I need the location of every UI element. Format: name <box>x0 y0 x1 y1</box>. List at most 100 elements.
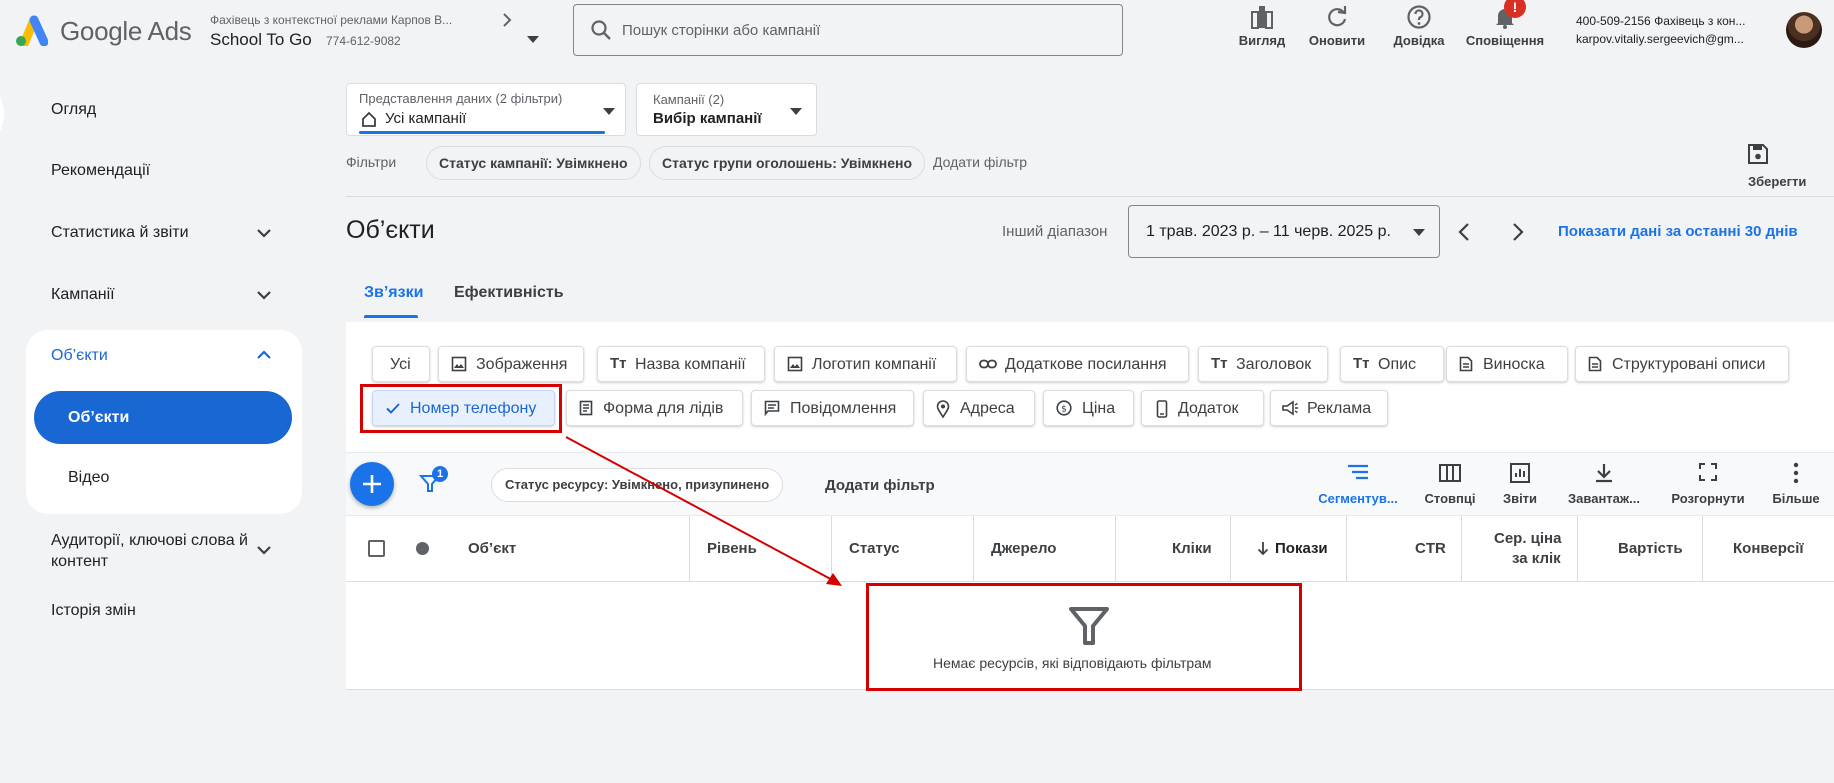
chevron-down-icon[interactable] <box>256 290 272 300</box>
search-input[interactable]: Пошук сторінки або кампанії <box>573 4 1123 56</box>
chevron-down-icon[interactable] <box>256 545 272 555</box>
add-filter-link[interactable]: Додати фільтр <box>933 154 1027 170</box>
chevron-left-icon[interactable] <box>1458 222 1470 242</box>
filters-label: Фільтри <box>346 154 397 170</box>
download-button[interactable]: Завантаж... <box>1562 460 1646 510</box>
location-icon <box>936 400 950 418</box>
save-label[interactable]: Зберегти <box>1748 174 1806 189</box>
type-chip-app[interactable]: Додаток <box>1141 390 1264 426</box>
sidebar-item-video[interactable]: Відео <box>68 469 109 487</box>
column-divider <box>1346 516 1347 582</box>
type-chip-logo[interactable]: Логотип компанії <box>774 346 957 382</box>
google-ads-logo-icon[interactable] <box>12 14 48 46</box>
document-icon <box>1459 356 1473 372</box>
type-chip-sitelink[interactable]: Додаткове посилання <box>966 346 1189 382</box>
type-chip-image[interactable]: Зображення <box>438 346 584 382</box>
column-header-asset[interactable]: Об’єкт <box>468 540 516 557</box>
type-chip-callout[interactable]: Виноска <box>1446 346 1568 382</box>
form-icon <box>579 400 593 416</box>
user-email[interactable]: karpov.vitaliy.sergeevich@gm... <box>1576 32 1744 46</box>
refresh-button[interactable]: Оновити <box>1306 0 1368 62</box>
type-chip-label: Логотип компанії <box>812 356 937 373</box>
sidebar-item-change-history[interactable]: Історія змін <box>51 602 136 620</box>
type-chip-promotion[interactable]: Реклама <box>1270 390 1388 426</box>
segment-icon <box>1346 462 1370 484</box>
help-icon <box>1406 4 1432 30</box>
column-header-level[interactable]: Рівень <box>707 540 757 557</box>
type-chip-structured-snippets[interactable]: Структуровані описи <box>1575 346 1789 382</box>
avatar[interactable] <box>1786 12 1822 48</box>
segment-button[interactable]: Сегментув... <box>1312 460 1404 510</box>
add-button[interactable] <box>350 462 394 506</box>
chevron-up-icon[interactable] <box>256 350 272 360</box>
data-view-selector[interactable]: Представлення даних (2 фільтри) Усі камп… <box>346 83 626 136</box>
expand-icon <box>1698 462 1718 482</box>
filter-chip-adgroup-status[interactable]: Статус групи оголошень: Увімкнено <box>649 146 926 180</box>
type-chip-location[interactable]: Адреса <box>923 390 1035 426</box>
chevron-down-icon[interactable] <box>256 228 272 238</box>
column-header-clicks[interactable]: Кліки <box>1172 540 1212 557</box>
notifications-button[interactable]: ! Сповіщення <box>1462 0 1548 62</box>
status-dot-icon <box>416 542 429 555</box>
add-filter-button[interactable]: Додати фільтр <box>825 477 935 494</box>
highlight-phone-chip <box>360 384 562 433</box>
save-icon[interactable] <box>1746 142 1770 166</box>
tab-performance[interactable]: Ефективність <box>454 284 564 302</box>
image-icon <box>787 356 803 372</box>
sidebar-item-reports[interactable]: Статистика й звіти <box>51 224 189 242</box>
type-chip-lead-form[interactable]: Форма для лідів <box>566 390 743 426</box>
select-all-checkbox[interactable] <box>368 540 385 557</box>
sidebar-item-campaigns[interactable]: Кампанії <box>51 286 115 304</box>
chevron-right-icon[interactable] <box>1512 222 1524 242</box>
column-header-avg-cpc-line2[interactable]: за клік <box>1512 550 1561 567</box>
column-header-ctr[interactable]: CTR <box>1415 540 1446 557</box>
type-chip-label: Додаток <box>1178 400 1239 417</box>
columns-button[interactable]: Стовпці <box>1420 460 1480 510</box>
column-header-cost[interactable]: Вартість <box>1618 540 1683 557</box>
account-id: 774-612-9082 <box>326 34 401 48</box>
sidebar-item-audiences[interactable]: Аудиторії, ключові слова й контент <box>51 530 267 572</box>
tab-associations[interactable]: Зв’язки <box>364 284 423 302</box>
column-header-status[interactable]: Статус <box>849 540 900 557</box>
collapsed-rail-button[interactable] <box>0 88 4 140</box>
campaign-selector[interactable]: Кампанії (2) Вибір кампанії <box>636 83 817 136</box>
date-range-picker[interactable]: 1 трав. 2023 р. – 11 черв. 2025 р. <box>1128 205 1440 258</box>
download-icon <box>1593 462 1615 484</box>
columns-label: Стовпці <box>1424 491 1476 506</box>
column-header-source[interactable]: Джерело <box>991 540 1056 557</box>
type-chip-all[interactable]: Усі <box>372 346 430 382</box>
type-chip-message[interactable]: Повідомлення <box>751 390 914 426</box>
data-view-value: Усі кампанії <box>385 110 467 127</box>
account-dropdown-icon[interactable] <box>527 36 539 43</box>
account-name[interactable]: School To Go <box>210 30 312 50</box>
more-label: Більше <box>1772 491 1820 506</box>
sidebar-item-overview[interactable]: Огляд <box>51 101 96 119</box>
sort-arrow-down-icon[interactable] <box>1257 541 1269 556</box>
logo-text[interactable]: Google Ads <box>60 16 192 47</box>
account-manager-name[interactable]: Фахівець з контекстної реклами Карпов В.… <box>210 13 452 27</box>
search-icon <box>590 19 612 41</box>
appearance-button[interactable]: Вигляд <box>1234 0 1290 62</box>
sidebar-item-recommendations[interactable]: Рекомендації <box>51 162 150 180</box>
column-header-avg-cpc-line1[interactable]: Сер. ціна <box>1494 530 1561 547</box>
type-chip-price[interactable]: $ Ціна <box>1043 390 1134 426</box>
column-header-impressions[interactable]: Покази <box>1275 540 1328 557</box>
plus-icon <box>360 472 384 496</box>
range-label: Інший діапазон <box>1002 223 1108 240</box>
column-header-conversions[interactable]: Конверсії <box>1733 540 1804 557</box>
expand-button[interactable]: Розгорнути <box>1668 460 1748 510</box>
user-account-line[interactable]: 400-509-2156 Фахівець з кон... <box>1576 14 1745 28</box>
campaigns-label: Кампанії (2) <box>653 92 725 107</box>
filter-chip-campaign-status[interactable]: Статус кампанії: Увімкнено <box>426 146 641 180</box>
type-chip-business-name[interactable]: Tт Назва компанії <box>597 346 765 382</box>
type-chip-label: Усі <box>390 356 411 373</box>
last-30-days-link[interactable]: Показати дані за останні 30 днів <box>1558 223 1798 240</box>
type-chip-headline[interactable]: Tт Заголовок <box>1198 346 1328 382</box>
reports-button[interactable]: Звіти <box>1496 460 1544 510</box>
filter-chip-resource-status[interactable]: Статус ресурсу: Увімкнено, призупинено <box>491 468 784 502</box>
help-button[interactable]: Довідка <box>1388 0 1450 62</box>
more-button[interactable]: Більше <box>1766 460 1826 510</box>
type-chip-description[interactable]: Tт Опис <box>1340 346 1444 382</box>
sidebar-item-assets[interactable]: Об’єкти <box>51 347 108 365</box>
chevron-right-icon[interactable] <box>500 12 514 28</box>
